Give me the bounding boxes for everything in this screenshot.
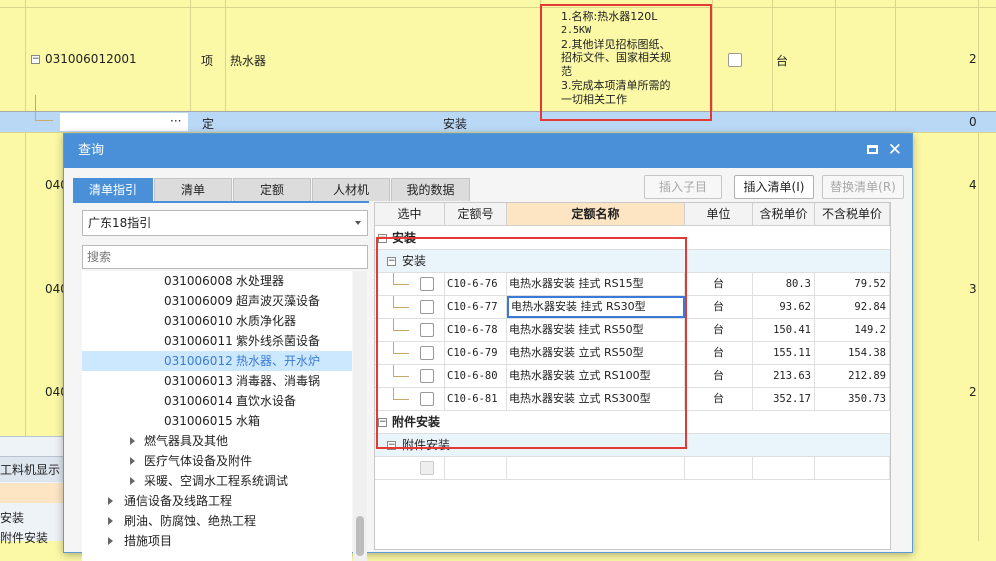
tab-list-guide[interactable]: 清单指引 [73,178,153,201]
dialog-title: 查询 [64,134,912,168]
quota-grid: 选中 定额号 定额名称 单位 含税单价 不含税单价 − 安装 − 安装 C10-… [374,202,891,550]
bottom-row-accessory: 附件安装 [0,531,49,545]
labor-material-display-tab[interactable]: 工料机显示 [0,461,60,478]
tree-group-medical[interactable]: 医疗气体设备及附件 [82,451,352,471]
list-checkbox[interactable] [728,53,742,67]
tree-root-measures[interactable]: 措施项目 [82,531,352,551]
col-header-notax-price: 不含税单价 [815,203,890,226]
tree-item[interactable]: 031006008 水处理器 [82,271,352,291]
search-input[interactable] [82,245,368,269]
tree-item[interactable]: 031006014 直饮水设备 [82,391,352,411]
tab-quota[interactable]: 定额 [233,178,311,201]
tree-group-hvac[interactable]: 采暖、空调水工程系统调试 [82,471,352,491]
list-unit: 台 [776,54,789,68]
list-name: 热水器 [230,54,267,68]
chevron-right-icon [108,497,113,505]
insert-list-button[interactable]: 插入清单(I) [734,175,814,199]
bottom-row-install: 安装 [0,511,25,525]
guide-select-value: 广东18指引 [88,216,152,230]
tree-item[interactable]: 031006013 消毒器、消毒锅 [82,371,352,391]
tab-labor-material[interactable]: 人材机 [312,178,390,201]
more-button[interactable]: ··· [170,114,181,128]
hidden-qty-1: 4 [969,178,977,192]
hidden-qty-2: 3 [969,282,977,296]
insert-child-button[interactable]: 插入子目 [644,175,722,199]
tree-root-telecom[interactable]: 通信设备及线路工程 [82,491,352,511]
chevron-right-icon [130,477,135,485]
tree-item[interactable]: 031006011 紫外线杀菌设备 [82,331,352,351]
guide-tree: 031006008 水处理器 031006009 超声波灭藻设备 031006010… [82,271,352,561]
list-type: 项 [201,54,214,68]
hidden-qty-3: 2 [969,385,977,399]
table-row[interactable] [375,457,890,480]
chevron-right-icon [130,457,135,465]
row-checkbox[interactable] [420,461,434,475]
close-icon[interactable]: ✕ [888,141,902,159]
col-header-select: 选中 [375,203,445,226]
maximize-icon[interactable] [867,145,878,154]
quota-name: 安装 [443,117,468,131]
tab-list[interactable]: 清单 [154,178,232,201]
col-header-unit: 单位 [685,203,753,226]
col-header-tax-price: 含税单价 [753,203,815,226]
list-code: 031006012001 [45,52,137,66]
tree-item[interactable]: 031006009 超声波灭藻设备 [82,291,352,311]
col-header-code: 定额号 [445,203,507,226]
tree-root-painting[interactable]: 刷油、防腐蚀、绝热工程 [82,511,352,531]
query-dialog: 查询 ✕ 清单指引 清单 定额 人材机 我的数据 插入子目 插入清单(I) 替换… [63,133,913,561]
quota-type: 定 [202,117,215,131]
replace-list-button[interactable]: 替换清单(R) [822,175,904,199]
chevron-right-icon [130,437,135,445]
scrollbar-thumb[interactable] [356,516,364,556]
description-highlight-frame [540,4,712,121]
quota-quantity: 0 [969,115,977,129]
tab-my-data[interactable]: 我的数据 [391,178,470,201]
tree-item[interactable]: 031006015 水箱 [82,411,352,431]
guide-select[interactable]: 广东18指引 [82,210,368,236]
tree-scrollbar[interactable] [353,271,367,561]
chevron-right-icon [108,537,113,545]
results-highlight-frame [376,237,687,449]
chevron-right-icon [108,517,113,525]
tree-item[interactable]: 031006010 水质净化器 [82,311,352,331]
tree-item-selected[interactable]: 031006012 热水器、开水炉 [82,351,352,371]
collapse-toggle-icon[interactable]: − [31,55,40,64]
chevron-down-icon [355,221,361,225]
tree-group-gas[interactable]: 燃气器具及其他 [82,431,352,451]
list-quantity: 2 [969,52,977,66]
col-header-name: 定额名称 [507,203,685,226]
